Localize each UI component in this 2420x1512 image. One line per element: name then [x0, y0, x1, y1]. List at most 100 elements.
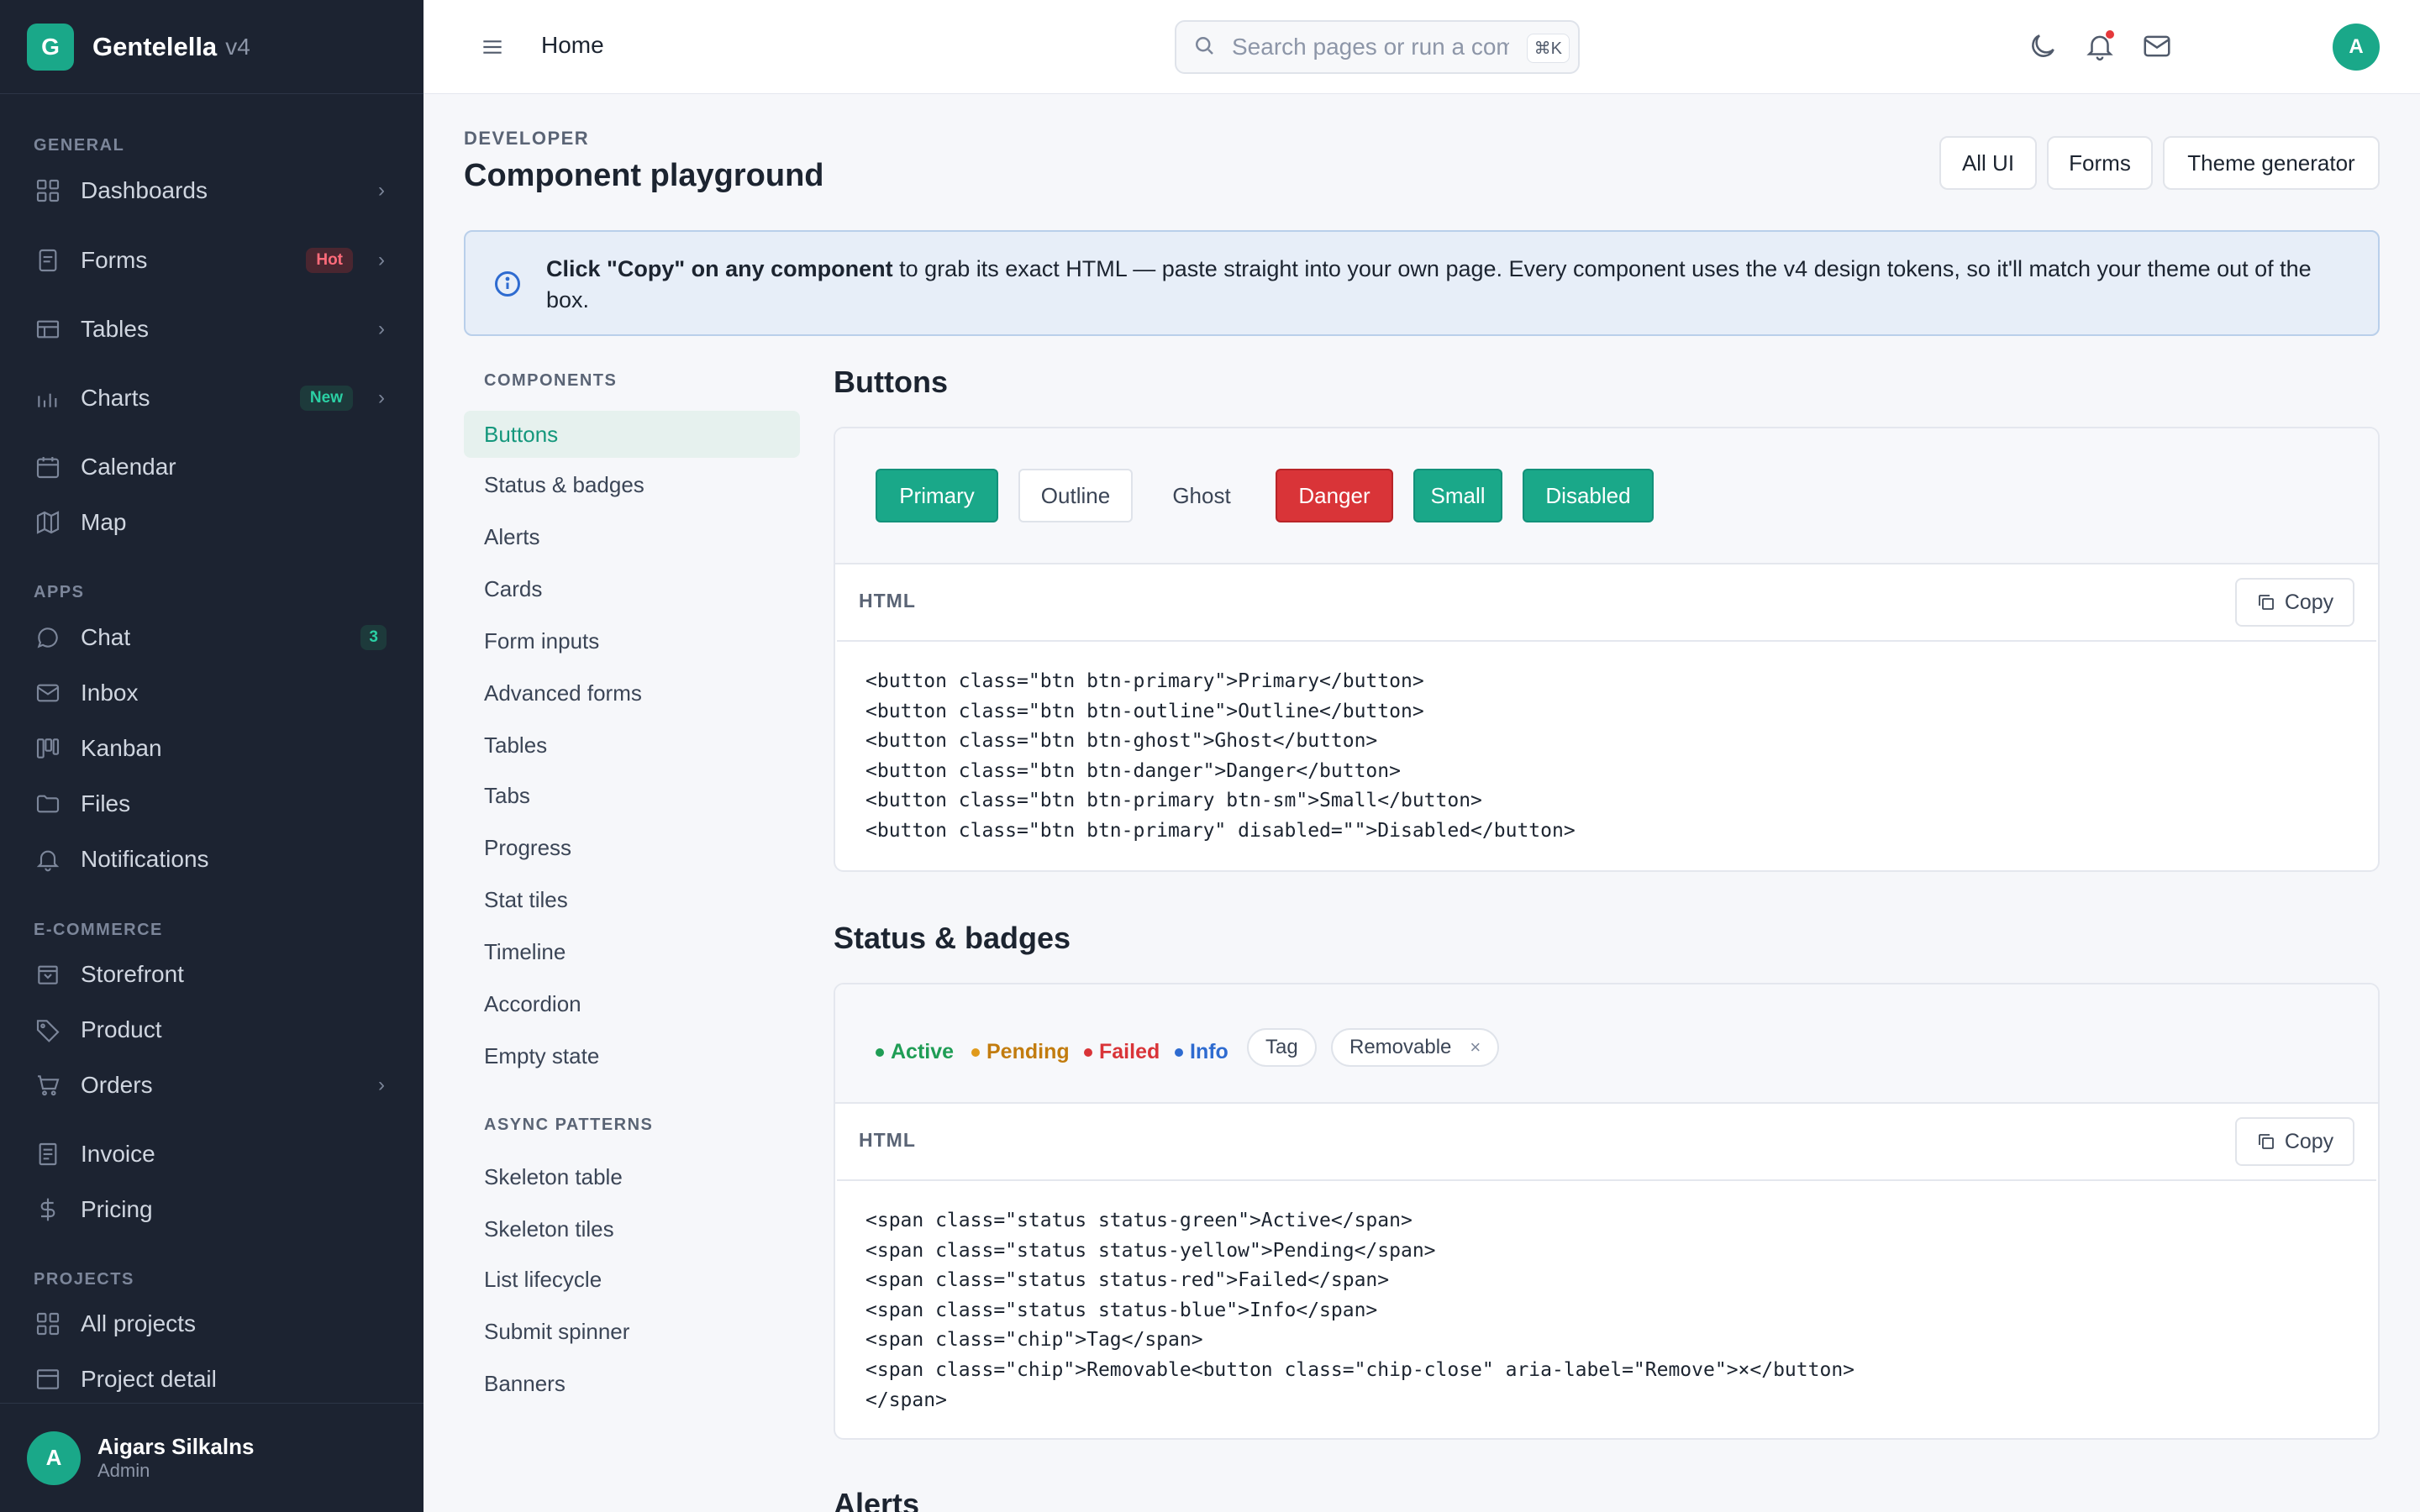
sidebar-item-product[interactable]: Product	[0, 1003, 424, 1057]
copy-label: Copy	[2284, 1129, 2334, 1153]
mail-icon[interactable]	[2141, 30, 2173, 62]
outline-button[interactable]: Outline	[1018, 469, 1133, 522]
grid-icon	[34, 1310, 62, 1338]
subnav-item-list-lifecycle[interactable]: List lifecycle	[464, 1256, 800, 1303]
chevron-right-icon: ›	[378, 179, 385, 202]
avatar: A	[27, 1431, 81, 1485]
sidebar: G Gentelella v4 GENERAL Dashboards › For…	[0, 0, 424, 1512]
sidebar-item-label: Map	[81, 509, 127, 535]
status-label: Active	[891, 1040, 955, 1063]
section-title-buttons: Buttons	[834, 365, 948, 399]
copy-icon	[2258, 595, 2274, 610]
brand-version: v4	[225, 33, 250, 60]
copy-button[interactable]: Copy	[2235, 578, 2354, 627]
status-label: Info	[1190, 1040, 1228, 1063]
sidebar-item-chat[interactable]: Chat 3	[0, 611, 424, 664]
sidebar-item-tables[interactable]: Tables ›	[0, 302, 424, 356]
subnav-item-accordion[interactable]: Accordion	[464, 980, 800, 1027]
small-button[interactable]: Small	[1413, 469, 1502, 522]
sidebar-item-calendar[interactable]: Calendar	[0, 440, 424, 494]
tag-icon	[34, 1016, 62, 1044]
search-icon	[1192, 33, 1217, 62]
search-bar[interactable]: ⌘K	[1175, 20, 1580, 74]
sidebar-item-dashboards[interactable]: Dashboards ›	[0, 164, 424, 218]
search-input[interactable]	[1232, 34, 1509, 60]
sidebar-item-pricing[interactable]: Pricing	[0, 1183, 424, 1236]
brand[interactable]: G Gentelella v4	[0, 0, 424, 94]
user-avatar[interactable]: A	[2333, 24, 2380, 71]
status-dot	[876, 1047, 884, 1057]
subnav-item-banners[interactable]: Banners	[464, 1360, 800, 1407]
subnav-item-form-inputs[interactable]: Form inputs	[464, 617, 800, 664]
chip-label: Removable	[1349, 1036, 1452, 1058]
primary-button[interactable]: Primary	[876, 469, 998, 522]
sidebar-item-label: Pricing	[81, 1196, 153, 1222]
sidebar-item-storefront[interactable]: Storefront	[0, 948, 424, 1001]
status-badges-card: Active Pending Failed Info Tag Removable…	[834, 983, 2380, 1440]
user-profile[interactable]: A Aigars Silkalns Admin	[0, 1403, 424, 1512]
nav-section-projects: PROJECTS	[34, 1270, 134, 1289]
sidebar-item-forms[interactable]: Forms Hot ›	[0, 234, 424, 287]
subnav-item-stat-tiles[interactable]: Stat tiles	[464, 876, 800, 923]
page-eyebrow: DEVELOPER	[464, 128, 590, 149]
chip-removable: Removable ×	[1331, 1028, 1500, 1067]
sidebar-item-label: Tables	[81, 316, 149, 342]
subnav-item-status-badges[interactable]: Status & badges	[464, 461, 800, 508]
subnav-item-cards[interactable]: Cards	[464, 565, 800, 612]
subnav-item-skeleton-tiles[interactable]: Skeleton tiles	[464, 1205, 800, 1252]
copy-icon	[2258, 1134, 2274, 1149]
status-label: Failed	[1099, 1040, 1160, 1063]
status-active: Active	[876, 1040, 954, 1064]
disabled-button: Disabled	[1523, 469, 1654, 522]
sidebar-item-label: Kanban	[81, 735, 162, 761]
sidebar-item-label: Forms	[81, 247, 148, 273]
bell-icon[interactable]	[2084, 30, 2116, 62]
nav-section-ecommerce: E-COMMERCE	[34, 921, 163, 939]
subnav-item-tabs[interactable]: Tabs	[464, 772, 800, 819]
buttons-card: Primary Outline Ghost Danger Small Disab…	[834, 427, 2380, 872]
danger-button[interactable]: Danger	[1276, 469, 1393, 522]
ghost-button[interactable]: Ghost	[1151, 469, 1252, 522]
sidebar-item-label: All projects	[81, 1310, 196, 1336]
moon-icon[interactable]	[2027, 30, 2059, 62]
sidebar-item-invoice[interactable]: Invoice	[0, 1127, 424, 1181]
breadcrumb[interactable]: Home	[541, 32, 604, 59]
subnav-item-timeline[interactable]: Timeline	[464, 928, 800, 975]
subnav-item-advanced-forms[interactable]: Advanced forms	[464, 669, 800, 717]
subnav-item-buttons[interactable]: Buttons	[464, 411, 800, 458]
sidebar-item-label: Charts	[81, 385, 150, 411]
menu-icon[interactable]	[479, 34, 506, 60]
status-dot	[1084, 1047, 1092, 1057]
sidebar-item-label: Orders	[81, 1072, 153, 1098]
user-role: Admin	[97, 1460, 150, 1481]
status-label: Pending	[986, 1040, 1070, 1063]
code-toolbar: HTML Copy	[835, 564, 2378, 640]
sidebar-item-charts[interactable]: Charts New ›	[0, 371, 424, 425]
subnav-item-alerts[interactable]: Alerts	[464, 513, 800, 560]
sidebar-item-all-projects[interactable]: All projects	[0, 1297, 424, 1351]
chevron-right-icon: ›	[378, 249, 385, 271]
all-ui-button[interactable]: All UI	[1939, 136, 2037, 190]
code-toolbar: HTML Copy	[835, 1104, 2378, 1179]
subnav-item-skeleton-table[interactable]: Skeleton table	[464, 1153, 800, 1200]
sidebar-item-orders[interactable]: Orders ›	[0, 1058, 424, 1112]
copy-button[interactable]: Copy	[2235, 1117, 2354, 1166]
chevron-right-icon: ›	[378, 318, 385, 340]
subnav-item-submit-spinner[interactable]: Submit spinner	[464, 1308, 800, 1355]
sidebar-item-files[interactable]: Files	[0, 777, 424, 831]
subnav-item-tables[interactable]: Tables	[464, 722, 800, 769]
sidebar-item-notifications[interactable]: Notifications	[0, 832, 424, 886]
forms-button[interactable]: Forms	[2047, 136, 2153, 190]
sidebar-item-kanban[interactable]: Kanban	[0, 722, 424, 775]
close-icon[interactable]: ×	[1470, 1037, 1481, 1058]
sidebar-item-label: Product	[81, 1016, 162, 1042]
sidebar-item-map[interactable]: Map	[0, 496, 424, 549]
theme-generator-button[interactable]: Theme generator	[2163, 136, 2380, 190]
sidebar-item-project-detail[interactable]: Project detail	[0, 1352, 424, 1406]
nav-section-apps: APPS	[34, 583, 85, 601]
subnav-item-empty-state[interactable]: Empty state	[464, 1032, 800, 1079]
page-title: Component playground	[464, 158, 824, 193]
sidebar-item-inbox[interactable]: Inbox	[0, 666, 424, 720]
subnav-item-progress[interactable]: Progress	[464, 824, 800, 871]
form-icon	[34, 246, 62, 275]
